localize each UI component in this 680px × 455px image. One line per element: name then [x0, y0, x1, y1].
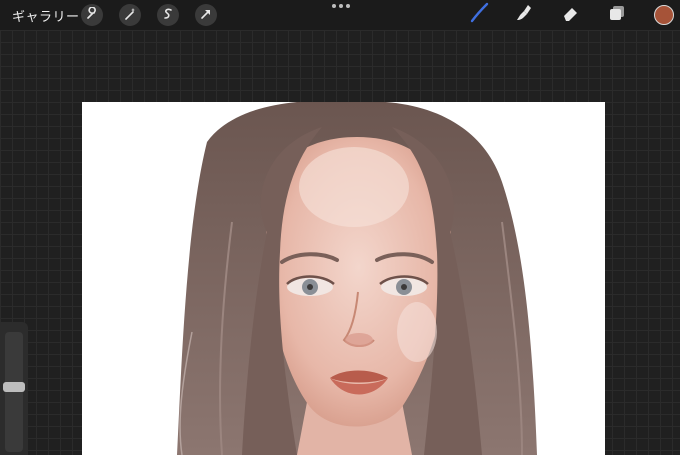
adjustments-button[interactable]	[119, 4, 141, 26]
brush-size-slider-thumb[interactable]	[3, 382, 25, 393]
transform-button[interactable]	[195, 4, 217, 26]
brush-size-slider[interactable]	[3, 332, 25, 452]
wrench-icon	[85, 5, 99, 25]
color-picker-button[interactable]	[654, 5, 674, 25]
more-options-icon[interactable]	[332, 4, 350, 8]
drawing-canvas[interactable]	[82, 102, 605, 455]
smudge-icon	[512, 2, 534, 28]
transform-arrow-icon	[199, 6, 213, 25]
actions-button[interactable]	[81, 4, 103, 26]
gallery-button[interactable]: ギャラリー	[12, 6, 80, 25]
selection-button[interactable]	[157, 4, 179, 26]
layers-button[interactable]	[605, 4, 629, 26]
magic-wand-icon	[123, 6, 137, 25]
top-toolbar: ギャラリー	[0, 0, 680, 30]
brush-icon	[468, 2, 490, 28]
eraser-icon	[560, 2, 582, 28]
portrait-artwork	[177, 102, 537, 455]
smudge-button[interactable]	[511, 4, 535, 26]
layers-icon	[606, 2, 628, 28]
brush-button[interactable]	[467, 2, 491, 28]
selection-icon	[161, 6, 175, 25]
brush-size-sidebar	[0, 322, 28, 455]
eraser-button[interactable]	[559, 4, 583, 26]
